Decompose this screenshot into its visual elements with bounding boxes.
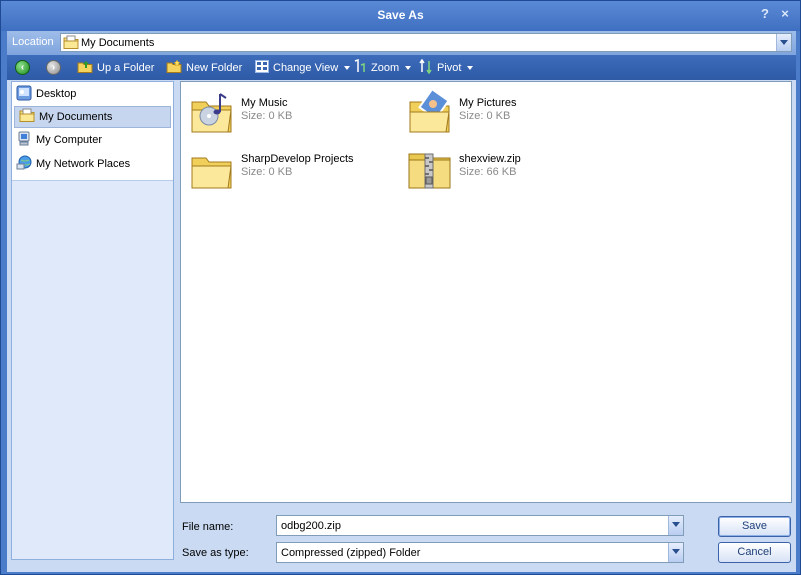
back-arrow-icon: ‹ [15, 60, 30, 75]
help-button[interactable]: ? [757, 6, 773, 21]
new-folder-icon [166, 58, 182, 77]
file-name: My Pictures [459, 97, 517, 109]
zoom-caret-icon [405, 65, 412, 70]
up-folder-icon [77, 59, 93, 77]
pictures-folder-icon [407, 87, 453, 139]
change-view-label: Change View [273, 61, 339, 74]
cancel-button[interactable]: Cancel [718, 542, 791, 563]
zoom-label: Zoom [371, 61, 400, 74]
location-bar: Location My Documents [7, 31, 796, 55]
pivot-button[interactable]: Pivot [419, 58, 474, 77]
close-button[interactable]: × [777, 6, 793, 21]
place-label: My Network Places [36, 158, 131, 170]
location-combo[interactable]: My Documents [60, 33, 792, 52]
file-size: Size: 0 KB [241, 110, 293, 122]
file-item-my-music[interactable]: My Music Size: 0 KB [189, 90, 399, 138]
save-as-type-select[interactable]: Compressed (zipped) Folder [276, 542, 684, 563]
zoom-button[interactable]: Zoom [353, 58, 412, 77]
new-folder-label: New Folder [186, 61, 243, 74]
save-as-type-value: Compressed (zipped) Folder [281, 547, 421, 559]
change-view-caret-icon [344, 65, 351, 70]
window-title: Save As [377, 8, 424, 22]
place-my-computer[interactable]: My Computer [12, 128, 173, 152]
toolbar: ‹ › Up a Folder New Folder Change View Z… [7, 55, 796, 80]
new-folder-button[interactable]: New Folder [166, 58, 243, 77]
place-desktop[interactable]: Desktop [12, 82, 173, 106]
location-label: Location [12, 36, 54, 48]
file-name: My Music [241, 97, 288, 109]
place-label: My Documents [39, 111, 113, 123]
file-size: Size: 0 KB [459, 110, 511, 122]
places-pane: Desktop My Documents My Computer My Netw… [11, 81, 174, 560]
title-bar[interactable]: Save As ? × [1, 1, 800, 31]
zip-folder-icon [407, 146, 453, 195]
places-list: Desktop My Documents My Computer My Netw… [12, 82, 173, 181]
location-dropdown-button[interactable] [776, 34, 791, 51]
zoom-icon [353, 58, 367, 77]
forward-button[interactable]: › [46, 59, 61, 76]
pivot-caret-icon [467, 65, 474, 70]
dialog-client: Location My Documents ‹ › Up a Folder Ne… [7, 31, 796, 572]
forward-arrow-icon: › [46, 60, 61, 75]
save-as-type-label: Save as type: [182, 547, 249, 559]
place-label: Desktop [36, 88, 77, 100]
pivot-icon [419, 58, 433, 77]
file-item-shexview-zip[interactable]: shexview.zip Size: 66 KB [407, 146, 617, 194]
file-item-sharpdevelop-projects[interactable]: SharpDevelop Projects Size: 0 KB [189, 146, 399, 194]
file-list: My Music Size: 0 KB My Pictures Size: 0 … [180, 81, 792, 503]
up-folder-label: Up a Folder [97, 61, 155, 74]
folder-icon [189, 146, 235, 195]
file-name-input[interactable]: odbg200.zip [276, 515, 684, 536]
my-documents-icon [19, 108, 35, 126]
network-places-icon [16, 155, 32, 174]
pivot-label: Pivot [437, 61, 462, 74]
file-name: SharpDevelop Projects [241, 153, 354, 165]
file-item-my-pictures[interactable]: My Pictures Size: 0 KB [407, 87, 617, 139]
place-label: My Computer [36, 134, 103, 146]
file-name-dropdown-button[interactable] [668, 516, 683, 535]
view-grid-icon [255, 59, 269, 76]
save-as-type-dropdown-button[interactable] [668, 543, 683, 562]
change-view-button[interactable]: Change View [255, 59, 351, 76]
back-button[interactable]: ‹ [15, 59, 30, 76]
desktop-icon [16, 85, 32, 104]
place-my-network-places[interactable]: My Network Places [12, 152, 173, 176]
save-as-dialog: Save As ? × Location My Documents ‹ › Up… [0, 0, 801, 575]
file-name-label: File name: [182, 521, 234, 533]
my-documents-icon [63, 35, 79, 53]
place-my-documents[interactable]: My Documents [14, 106, 171, 128]
up-folder-button[interactable]: Up a Folder [77, 59, 154, 76]
my-computer-icon [16, 131, 32, 150]
file-name-value: odbg200.zip [281, 520, 341, 532]
file-size: Size: 0 KB [241, 166, 293, 178]
save-button[interactable]: Save [718, 516, 791, 537]
location-value: My Documents [81, 37, 155, 49]
file-size: Size: 66 KB [459, 166, 517, 178]
file-name: shexview.zip [459, 153, 521, 165]
music-folder-icon [189, 90, 235, 139]
